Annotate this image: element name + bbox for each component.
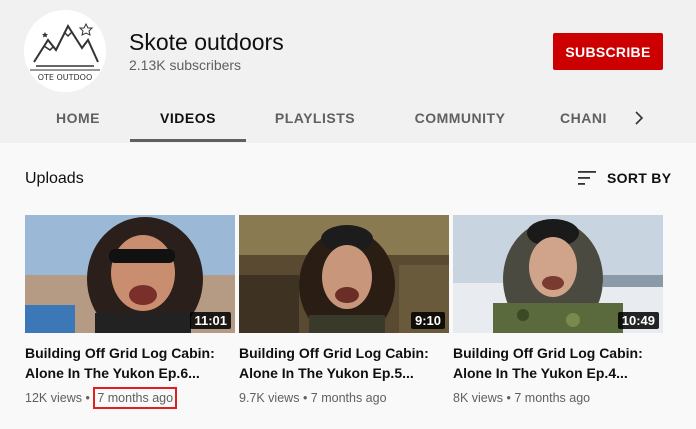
view-count: 8K views (453, 391, 504, 405)
view-count: 12K views (25, 391, 82, 405)
video-title[interactable]: Building Off Grid Log Cabin: Alone In Th… (25, 343, 225, 383)
video-thumbnail[interactable]: 11:01 (25, 215, 235, 333)
tab-playlists[interactable]: PLAYLISTS (260, 94, 370, 142)
channel-avatar[interactable]: OTE OUTDOO (24, 10, 106, 92)
upload-age-highlighted: 7 months ago (93, 387, 178, 409)
video-metadata: 12K views • 7 months ago (25, 387, 235, 409)
video-title-line: Building Off Grid Log Cabin: (239, 345, 429, 361)
video-card[interactable]: 9:10 Building Off Grid Log Cabin: Alone … (239, 215, 449, 405)
tab-channels[interactable]: CHANI (560, 94, 620, 142)
channel-name: Skote outdoors (129, 29, 284, 55)
tab-community[interactable]: COMMUNITY (400, 94, 520, 142)
svg-text:OTE OUTDOO: OTE OUTDOO (38, 73, 93, 82)
channel-header: OTE OUTDOO Skote outdoors 2.13K subscrib… (0, 0, 696, 143)
tabs-scroll-right-button[interactable] (625, 104, 653, 132)
video-title-line: Alone In The Yukon Ep.5... (239, 365, 414, 381)
tab-videos[interactable]: VIDEOS (130, 94, 246, 142)
video-title-line: Building Off Grid Log Cabin: (25, 345, 215, 361)
video-card[interactable]: 10:49 Building Off Grid Log Cabin: Alone… (453, 215, 663, 405)
video-title[interactable]: Building Off Grid Log Cabin: Alone In Th… (453, 343, 653, 383)
upload-age: 7 months ago (514, 391, 591, 405)
tab-home[interactable]: HOME (33, 94, 123, 142)
subscriber-count: 2.13K subscribers (129, 57, 242, 73)
video-title-line: Building Off Grid Log Cabin: (453, 345, 643, 361)
active-tab-indicator (130, 139, 246, 142)
video-metadata: 9.7K views • 7 months ago (239, 391, 449, 405)
video-title-line: Alone In The Yukon Ep.4... (453, 365, 628, 381)
video-thumbnail[interactable]: 9:10 (239, 215, 449, 333)
video-metadata: 8K views • 7 months ago (453, 391, 663, 405)
video-thumbnail[interactable]: 10:49 (453, 215, 663, 333)
subscribe-button[interactable]: SUBSCRIBE (553, 33, 663, 70)
sort-by-button[interactable]: SORT BY (577, 167, 671, 189)
video-duration: 10:49 (617, 312, 659, 329)
video-title[interactable]: Building Off Grid Log Cabin: Alone In Th… (239, 343, 439, 383)
video-duration: 11:01 (190, 312, 231, 329)
video-duration: 9:10 (410, 312, 445, 329)
sort-by-label: SORT BY (607, 170, 672, 186)
video-card[interactable]: 11:01 Building Off Grid Log Cabin: Alone… (25, 215, 235, 409)
video-title-line: Alone In The Yukon Ep.6... (25, 365, 200, 381)
meta-separator: • (302, 391, 311, 405)
mountain-logo-icon: OTE OUTDOO (24, 10, 106, 92)
chevron-right-icon (635, 111, 644, 125)
sort-icon (578, 171, 596, 185)
view-count: 9.7K views (239, 391, 300, 405)
upload-age: 7 months ago (310, 391, 387, 405)
section-title: Uploads (25, 170, 84, 187)
